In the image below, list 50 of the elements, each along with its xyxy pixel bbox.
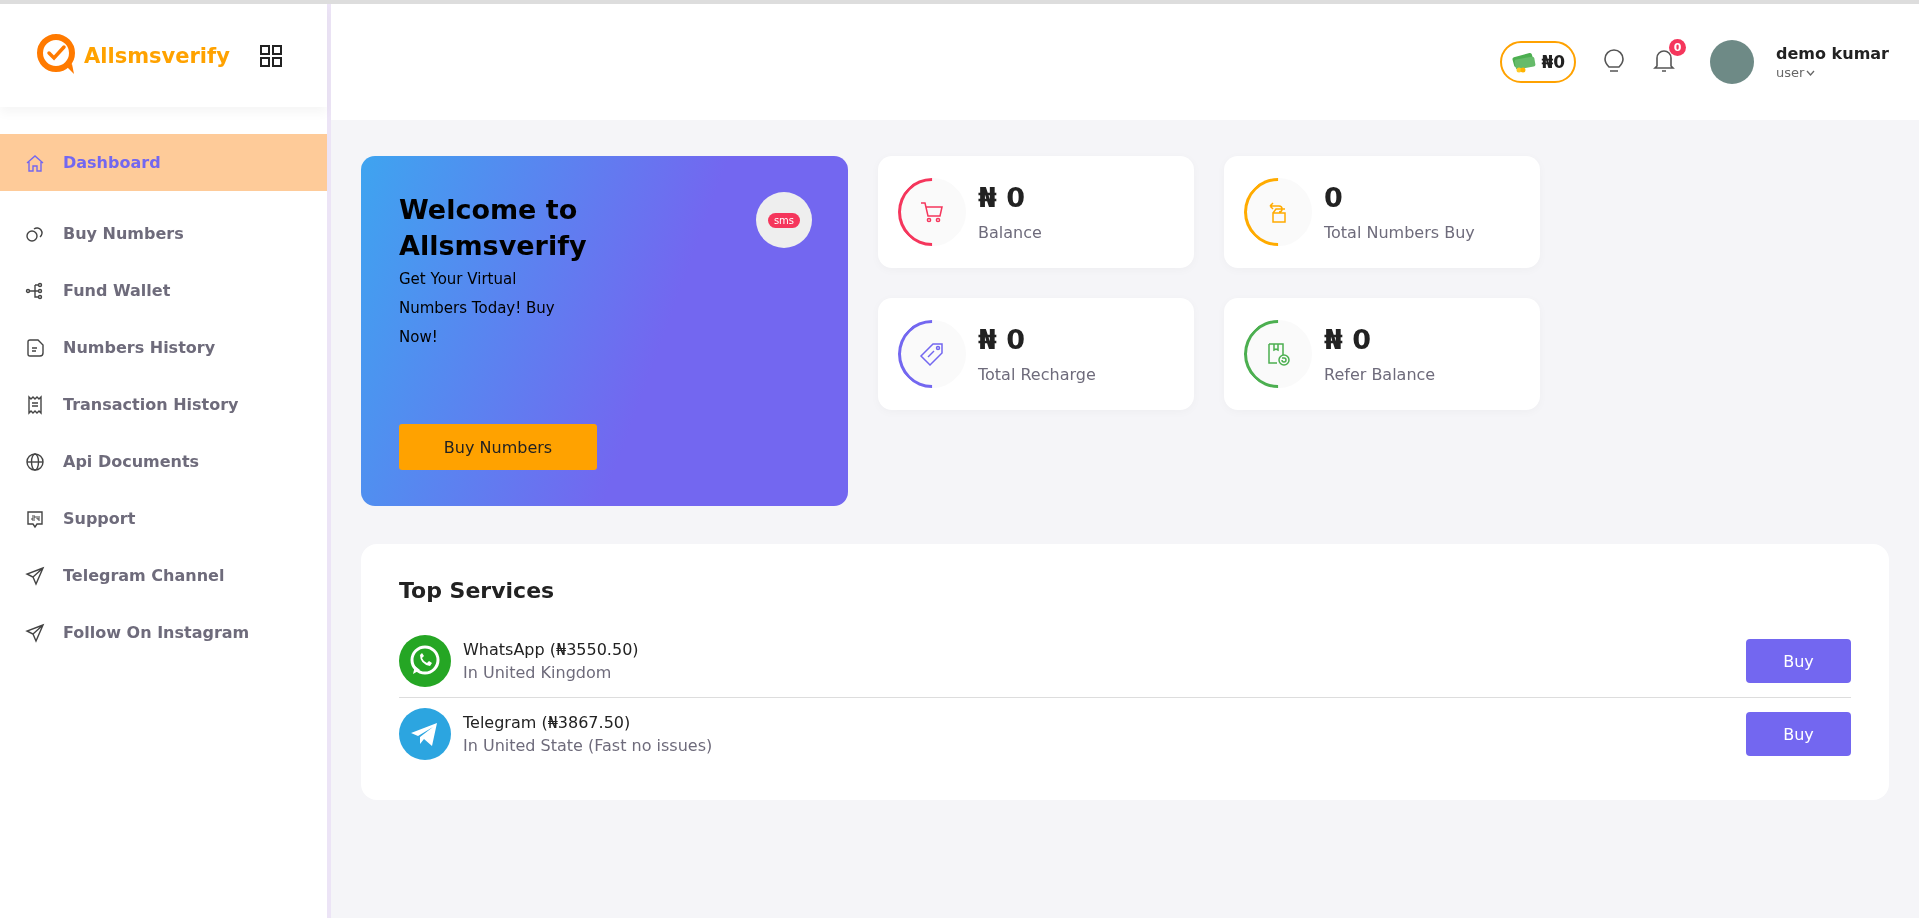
sidebar-item[interactable]: Transaction History	[0, 376, 327, 433]
package-return-icon	[1265, 341, 1291, 367]
service-name: Telegram (₦3867.50)	[463, 713, 632, 732]
welcome-text: Get Your Virtual Numbers Today! Buy Now!	[399, 268, 556, 348]
sidebar-item[interactable]: Dashboard	[0, 134, 327, 191]
receipt-icon	[25, 394, 45, 415]
sidebar-item[interactable]: Api Documents	[0, 433, 327, 490]
buy-button[interactable]: Buy	[1746, 712, 1851, 756]
service-country: In United Kingdom	[463, 663, 613, 682]
sidebar-item[interactable]: Numbers History	[0, 319, 327, 376]
sidebar-item[interactable]: Follow On Instagram	[0, 604, 327, 661]
notification-count: 0	[1669, 39, 1687, 56]
stat-label: Balance	[978, 223, 1042, 242]
globe-icon	[25, 451, 45, 472]
home-icon	[25, 152, 45, 173]
tag-icon	[919, 341, 945, 367]
note-icon	[25, 337, 45, 358]
nodes-icon	[25, 280, 45, 301]
cash-icon	[1511, 51, 1538, 73]
stat-value: ₦ 0	[978, 324, 1026, 355]
user-name: demo kumar	[1776, 44, 1889, 63]
welcome-title: Welcome to Allsmsverify	[399, 193, 588, 264]
grid-menu-icon[interactable]	[259, 44, 282, 67]
buy-numbers-button[interactable]: Buy Numbers	[399, 424, 597, 470]
whatsapp-icon	[399, 635, 451, 687]
user-role-dropdown[interactable]: user	[1776, 65, 1889, 80]
avatar[interactable]	[1710, 40, 1755, 84]
stat-value: ₦ 0	[1324, 324, 1372, 355]
sidebar-item[interactable]: Buy Numbers	[0, 205, 327, 262]
service-country: In United State (Fast no issues)	[463, 736, 714, 755]
stat-label: Total Recharge	[978, 365, 1096, 384]
sidebar-item[interactable]: Support	[0, 490, 327, 547]
stat-label: Refer Balance	[1324, 365, 1436, 384]
section-title: Top Services	[399, 578, 556, 603]
paper-plane-icon	[25, 565, 45, 586]
telegram-icon	[399, 708, 451, 760]
sms-badge: sms	[756, 192, 812, 248]
wallet-balance[interactable]: ₦0	[1500, 41, 1577, 83]
stat-label: Total Numbers Buy	[1324, 223, 1475, 242]
chevron-down-icon	[1806, 69, 1816, 76]
brand-name: Allsmsverify	[84, 43, 230, 68]
stat-value: ₦ 0	[978, 182, 1026, 213]
paper-plane-icon	[25, 622, 45, 643]
buy-button[interactable]: Buy	[1746, 639, 1851, 683]
cart-icon	[919, 199, 945, 225]
sidebar-item[interactable]: Fund Wallet	[0, 262, 327, 319]
service-name: WhatsApp (₦3550.50)	[463, 640, 640, 659]
stat-value: 0	[1324, 182, 1344, 213]
sidebar-item[interactable]: Telegram Channel	[0, 547, 327, 604]
support-icon	[25, 508, 45, 529]
